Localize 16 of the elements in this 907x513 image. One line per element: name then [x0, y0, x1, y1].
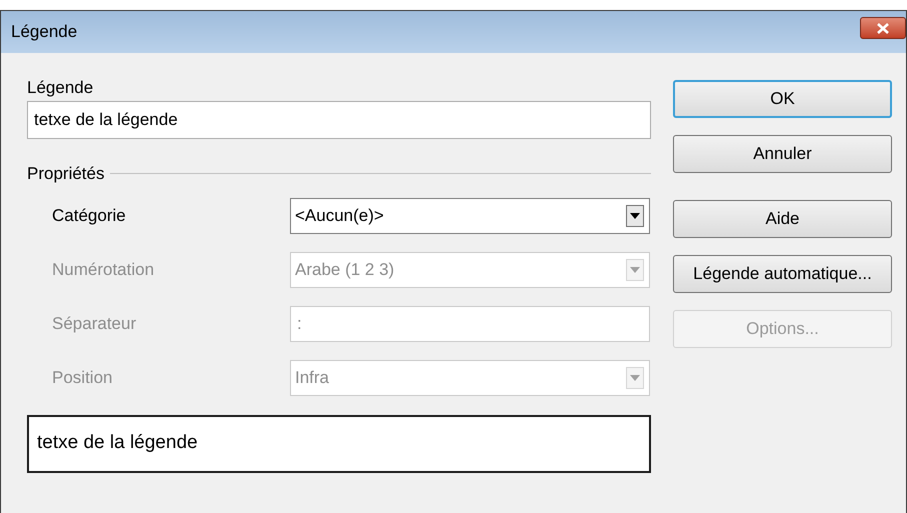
close-icon [877, 22, 889, 34]
field-label: Catégorie [51, 204, 127, 227]
dialog-button[interactable]: Annuler [673, 135, 892, 173]
preview-text: tetxe de la légende [37, 431, 198, 456]
caption-label: Légende [27, 77, 94, 99]
close-button[interactable] [860, 17, 906, 39]
dialog-button[interactable]: Aide [673, 200, 892, 238]
field-label: Numérotation [51, 258, 156, 281]
dialog-button[interactable]: OK [673, 80, 892, 118]
caption-input[interactable]: tetxe de la légende [27, 101, 651, 139]
group-title: Propriétés [27, 163, 104, 185]
dropdown[interactable]: <Aucun(e)> [290, 198, 650, 234]
field-label: Position [51, 366, 114, 389]
window-title: Légende [11, 21, 78, 44]
dialog-button[interactable]: Légende automatique... [673, 255, 892, 293]
field-label: Séparateur [51, 312, 138, 335]
